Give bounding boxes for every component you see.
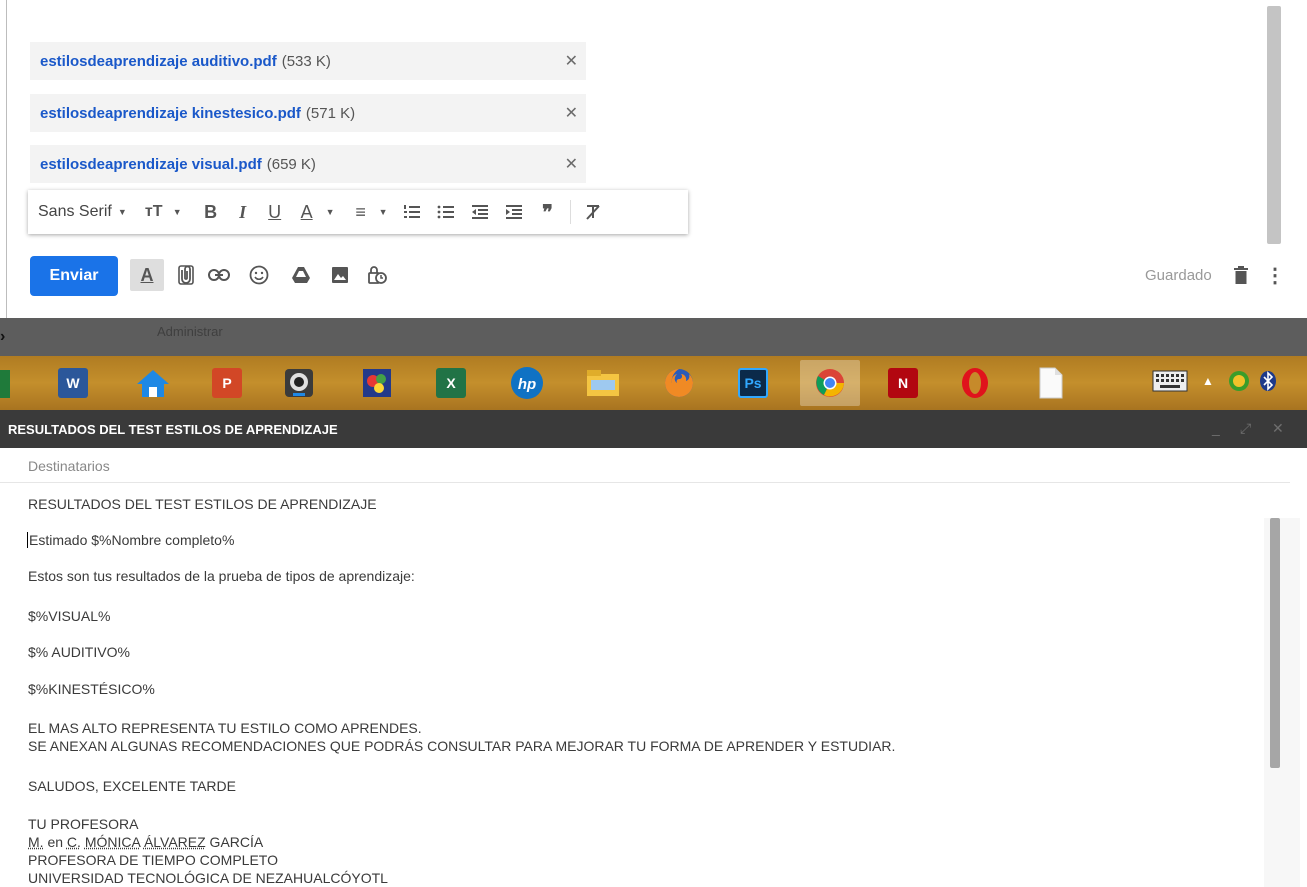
attachment-size: (571 K)	[305, 104, 356, 122]
emoji-icon[interactable]	[246, 262, 272, 288]
mail-window-titlebar: RESULTADOS DEL TEST ESTILOS DE APRENDIZA…	[0, 410, 1307, 448]
remove-attachment-icon[interactable]: ✕	[565, 51, 578, 71]
file-explorer-icon[interactable]	[584, 364, 622, 402]
netflix-icon[interactable]: N	[884, 364, 922, 402]
close-icon[interactable]: ✕	[1272, 420, 1284, 437]
document-icon[interactable]	[1032, 364, 1070, 402]
minimize-icon[interactable]: _	[1212, 420, 1220, 436]
numbered-list-icon[interactable]	[398, 197, 426, 227]
scrollbar[interactable]	[1267, 6, 1281, 244]
hp-icon[interactable]: hp	[508, 364, 546, 402]
compose-window: estilosdeaprendizaje auditivo.pdf (533 K…	[0, 0, 1307, 318]
signature-part: ÁLVAREZ	[143, 834, 206, 850]
admin-label: Administrar	[157, 324, 223, 339]
home-icon[interactable]	[134, 364, 172, 402]
scrollbar-thumb[interactable]	[1270, 518, 1280, 768]
chevron-down-icon[interactable]: ▼	[379, 207, 388, 217]
confidential-mode-icon[interactable]	[364, 262, 390, 288]
font-select[interactable]: Sans Serif	[38, 203, 112, 221]
attachment-size: (533 K)	[281, 52, 331, 70]
quote-icon[interactable]: ❞	[534, 197, 562, 227]
text-color-icon[interactable]: A	[294, 197, 320, 227]
signature-line: TU PROFESORA	[28, 816, 139, 832]
body-intro: Estos son tus resultados de la prueba de…	[28, 568, 415, 584]
powerpoint-icon[interactable]: P	[208, 364, 246, 402]
insert-photo-icon[interactable]	[327, 262, 353, 288]
attachment-size: (659 K)	[266, 155, 316, 173]
formatting-options-icon[interactable]: A	[130, 259, 164, 291]
insert-link-icon[interactable]	[206, 262, 232, 288]
attachment-chip[interactable]: estilosdeaprendizaje visual.pdf (659 K) …	[30, 145, 586, 183]
trash-icon[interactable]	[1228, 262, 1254, 288]
signature-part: en	[43, 834, 67, 850]
more-options-icon[interactable]: ⋮	[1262, 262, 1288, 288]
placeholder-visual: $%VISUAL%	[28, 608, 111, 624]
word-icon[interactable]: W	[54, 364, 92, 402]
up-arrow-icon[interactable]: ▲	[1202, 374, 1214, 388]
signature-part: GARCÍA	[205, 834, 264, 850]
taskbar: W P X hp Ps N ▲	[0, 356, 1307, 410]
webcam-icon[interactable]	[280, 364, 318, 402]
indent-more-icon[interactable]	[500, 197, 528, 227]
italic-icon[interactable]: I	[230, 197, 256, 227]
chrome-icon[interactable]	[800, 360, 860, 406]
keyboard-icon[interactable]	[1152, 370, 1188, 392]
excel-icon[interactable]: X	[432, 364, 470, 402]
background-window-strip: › Administrar	[0, 318, 1307, 356]
fullscreen-icon[interactable]: ⤢	[1240, 420, 1251, 437]
bold-icon[interactable]: B	[198, 197, 224, 227]
signature-name: M. en C. MÓNICA ÁLVAREZ GARCÍA	[28, 834, 263, 850]
signature-part: C.	[66, 834, 81, 850]
placeholder-auditivo: $% AUDITIVO%	[28, 644, 130, 660]
placeholder-kinestesico: $%KINESTÉSICO%	[28, 681, 155, 697]
firefox-icon[interactable]	[660, 364, 698, 402]
body-farewell: SALUDOS, EXCELENTE TARDE	[28, 778, 236, 794]
divider	[569, 200, 571, 224]
signature-part: M.	[28, 834, 44, 850]
remove-formatting-icon[interactable]	[579, 197, 607, 227]
text-size-icon[interactable]: ᴛT	[141, 197, 167, 227]
chevron-down-icon[interactable]: ▼	[118, 207, 127, 217]
divider	[0, 482, 1290, 483]
chevron-down-icon[interactable]: ▼	[326, 207, 335, 217]
send-row: Enviar A Guardado ⋮	[0, 250, 1307, 300]
attachment-name[interactable]: estilosdeaprendizaje kinestesico.pdf	[40, 105, 301, 122]
attachment-chip[interactable]: estilosdeaprendizaje kinestesico.pdf (57…	[30, 94, 586, 132]
remove-attachment-icon[interactable]: ✕	[565, 103, 578, 123]
window-title: RESULTADOS DEL TEST ESTILOS DE APRENDIZA…	[8, 422, 338, 437]
remove-attachment-icon[interactable]: ✕	[565, 154, 578, 174]
signature-line: PROFESORA DE TIEMPO COMPLETO	[28, 852, 278, 868]
signature-line: UNIVERSIDAD TECNOLÓGICA DE NEZAHUALCÓYOT…	[28, 870, 388, 886]
app-edge	[0, 370, 10, 398]
chevron-down-icon[interactable]: ▼	[173, 207, 182, 217]
body-line: EL MAS ALTO REPRESENTA TU ESTILO COMO AP…	[28, 720, 422, 736]
opera-icon[interactable]	[956, 364, 994, 402]
body-line: SE ANEXAN ALGUNAS RECOMENDACIONES QUE PO…	[28, 738, 896, 754]
attach-file-icon[interactable]	[173, 262, 199, 288]
bluetooth-icon[interactable]	[1258, 370, 1278, 392]
bulleted-list-icon[interactable]	[432, 197, 460, 227]
indent-less-icon[interactable]	[466, 197, 494, 227]
attachment-chip[interactable]: estilosdeaprendizaje auditivo.pdf (533 K…	[30, 42, 586, 80]
send-button[interactable]: Enviar	[30, 256, 118, 296]
photoshop-icon[interactable]: Ps	[734, 364, 772, 402]
attachment-name[interactable]: estilosdeaprendizaje auditivo.pdf	[40, 53, 277, 70]
subject-field[interactable]: RESULTADOS DEL TEST ESTILOS DE APRENDIZA…	[28, 496, 377, 512]
recipients-field[interactable]: Destinatarios	[28, 458, 110, 474]
saved-status: Guardado	[1145, 267, 1212, 284]
chevron-right-icon: ›	[0, 328, 6, 345]
signature-part: MÓNICA	[84, 834, 141, 850]
underline-icon[interactable]: U	[262, 197, 288, 227]
paint-icon[interactable]	[358, 364, 396, 402]
attachment-name[interactable]: estilosdeaprendizaje visual.pdf	[40, 156, 262, 173]
mail-compose-body: Destinatarios RESULTADOS DEL TEST ESTILO…	[0, 448, 1307, 887]
align-icon[interactable]: ≡	[349, 197, 373, 227]
refresh-icon[interactable]	[1228, 370, 1250, 392]
formatting-toolbar: Sans Serif ▼ ᴛT ▼ B I U A ▼ ≡ ▼ ❞	[28, 190, 688, 234]
body-greeting[interactable]: Estimado $%Nombre completo%	[27, 532, 234, 548]
google-drive-icon[interactable]	[288, 262, 314, 288]
svg-text:hp: hp	[518, 376, 536, 393]
